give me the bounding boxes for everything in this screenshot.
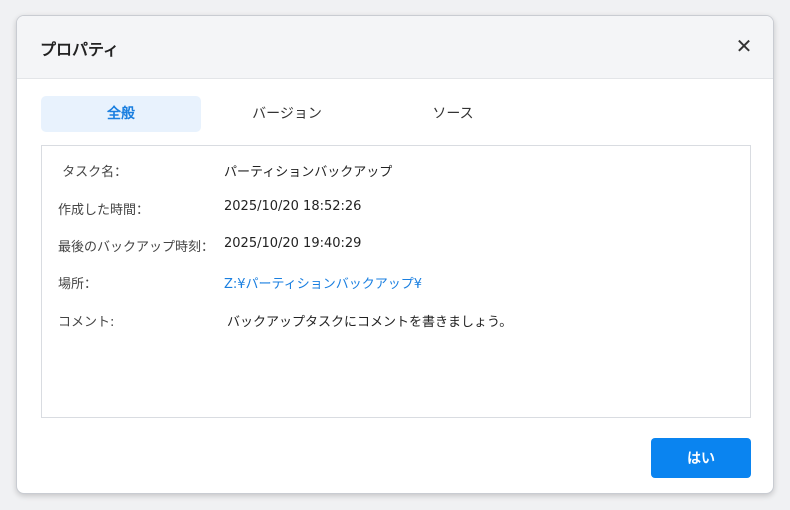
created-time-row: 作成した時間： 2025/10/20 18:52:26: [42, 199, 750, 219]
comment-row: コメント: バックアップタスクにコメントを書きましょう。: [42, 311, 750, 331]
properties-dialog: プロパティ ✕ 全般 バージョン ソース タスク名： パーティションバックアップ…: [16, 15, 774, 494]
created-time-value: 2025/10/20 18:52:26: [224, 199, 362, 214]
comment-label: コメント:: [58, 315, 115, 330]
last-backup-label: 最後のバックアップ時刻：: [58, 240, 215, 255]
tab-version[interactable]: バージョン: [207, 96, 367, 132]
close-icon[interactable]: ✕: [733, 35, 755, 57]
tab-general[interactable]: 全般: [41, 96, 201, 132]
location-label: 場所：: [58, 277, 98, 292]
task-name-row: タスク名： パーティションバックアップ: [42, 161, 750, 181]
dialog-title: プロパティ: [40, 40, 120, 59]
last-backup-row: 最後のバックアップ時刻： 2025/10/20 19:40:29: [42, 236, 750, 256]
tab-source[interactable]: ソース: [373, 96, 533, 132]
title-bar: プロパティ ✕: [17, 16, 773, 79]
location-row: 場所： Z:¥パーティションバックアップ¥: [42, 273, 750, 293]
last-backup-value: 2025/10/20 19:40:29: [224, 236, 362, 251]
task-name-value: パーティションバックアップ: [224, 165, 393, 180]
comment-value[interactable]: バックアップタスクにコメントを書きましょう。: [227, 311, 512, 330]
created-time-label: 作成した時間：: [58, 203, 150, 218]
ok-button[interactable]: はい: [651, 438, 751, 478]
properties-panel: タスク名： パーティションバックアップ 作成した時間： 2025/10/20 1…: [41, 145, 751, 418]
location-link[interactable]: Z:¥パーティションバックアップ¥: [224, 273, 422, 292]
task-name-label: タスク名：: [58, 165, 128, 180]
